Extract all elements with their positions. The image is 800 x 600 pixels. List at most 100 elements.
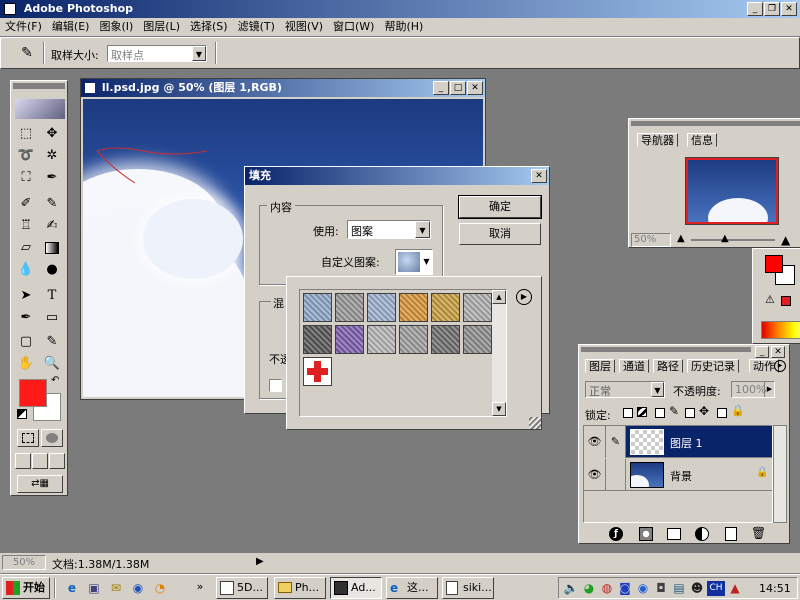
scroll-up-icon[interactable]: ▲ [492,290,506,304]
tab-layers[interactable]: 图层 [585,359,615,373]
menu-help[interactable]: 帮助(H) [379,18,428,36]
tray-app-icon[interactable]: ◍ [599,580,615,596]
chevron-right-icon[interactable]: ▶ [764,382,774,397]
pattern-swatch[interactable] [367,325,396,354]
zoom-out-icon[interactable]: ▲ [677,233,685,244]
swap-colors-icon[interactable]: ↶ [51,375,59,386]
pattern-swatch[interactable] [463,293,492,322]
doc-maximize-button[interactable]: □ [450,81,466,95]
zoom-slider[interactable] [691,239,775,241]
zoom-tool-icon[interactable]: 🔍 [41,353,63,375]
new-layer-icon[interactable] [725,527,737,541]
screen-mode-full-icon[interactable] [49,453,65,469]
menu-layer[interactable]: 图层(L) [138,18,185,36]
magic-wand-icon[interactable]: ✲ [41,145,63,167]
start-button[interactable]: 开始 [2,577,50,599]
screen-mode-full-menu-icon[interactable] [32,453,48,469]
navigator-zoom-field[interactable]: 50% [631,233,671,247]
zoom-in-icon[interactable]: ▲ [781,233,790,247]
layers-minimize-button[interactable]: _ [755,346,769,358]
navigator-thumbnail[interactable] [685,157,779,225]
pattern-swatch[interactable] [367,293,396,322]
tray-alert-icon[interactable]: ▲ [727,580,743,596]
layer-style-icon[interactable]: ƒ [609,527,623,541]
zoom-slider-thumb-icon[interactable]: ▲ [721,233,729,244]
jump-to-imageready-icon[interactable]: ⇄▦ [17,475,63,493]
ie-icon[interactable]: e [64,580,80,596]
custom-pattern-picker[interactable]: ▼ [395,249,433,275]
pattern-swatch[interactable] [335,325,364,354]
restore-button[interactable]: ❐ [764,2,780,16]
lock-transparency-checkbox[interactable] [623,408,633,418]
preserve-transparency-checkbox[interactable] [269,379,282,392]
layers-scrollbar[interactable] [773,425,787,523]
lock-image-checkbox[interactable] [655,408,665,418]
pattern-swatch[interactable] [431,325,460,354]
cancel-button[interactable]: 取消 [459,223,541,245]
pattern-swatch[interactable] [303,325,332,354]
tray-app-icon[interactable]: ◘ [653,580,669,596]
foreground-color[interactable] [19,379,47,407]
minimize-button[interactable]: _ [747,2,763,16]
menu-image[interactable]: 图象(I) [94,18,138,36]
tab-info[interactable]: 信息 [687,133,717,147]
standard-mode-icon[interactable] [17,429,39,447]
tab-channels[interactable]: 通道 [619,359,649,373]
taskbar-item-ph[interactable]: Ph... [274,577,326,599]
chevron-down-icon[interactable]: ▼ [651,382,664,397]
fill-dialog-title-bar[interactable]: 填充 [245,167,549,185]
chevron-down-icon[interactable]: ▼ [192,46,206,61]
layer-link-slot[interactable] [606,459,626,491]
pattern-swatch[interactable] [399,325,428,354]
color-ramp[interactable] [761,321,800,339]
chevron-down-icon[interactable]: ▼ [422,252,431,272]
lock-position-checkbox[interactable] [685,408,695,418]
tray-app-icon[interactable]: ◕ [581,580,597,596]
pattern-scrollbar[interactable]: ▲ ▼ [492,290,506,416]
path-selection-icon[interactable]: ➤ [15,285,37,307]
move-tool-icon[interactable]: ✥ [41,123,63,145]
show-desktop-icon[interactable]: ▣ [86,580,102,596]
type-tool-icon[interactable]: T [41,285,63,307]
pattern-menu-icon[interactable]: ▶ [516,289,532,305]
default-colors-icon[interactable] [17,409,27,419]
blend-mode-select[interactable]: 正常 ▼ [585,381,665,398]
close-button[interactable]: ✕ [781,2,797,16]
add-mask-icon[interactable] [639,527,653,541]
layers-menu-icon[interactable]: ▶ [774,360,786,372]
status-zoom-field[interactable]: 50% [2,555,46,570]
notes-tool-icon[interactable]: ▢ [15,331,37,353]
outlook-icon[interactable]: ✉ [108,580,124,596]
menu-edit[interactable]: 编辑(E) [47,18,95,36]
hand-tool-icon[interactable]: ✋ [15,353,37,375]
slice-tool-icon[interactable]: ✒ [41,167,63,189]
menu-filter[interactable]: 滤镜(T) [233,18,280,36]
chevron-down-icon[interactable]: ▼ [415,221,430,238]
menu-view[interactable]: 视图(V) [280,18,328,36]
eye-icon[interactable]: 👁 [584,426,606,458]
history-brush-icon[interactable]: ✍ [41,215,63,237]
screen-mode-standard-icon[interactable] [15,453,31,469]
lasso-tool-icon[interactable]: ➰ [15,145,37,167]
document-title-bar[interactable]: ll.psd.jpg @ 50% (图层 1,RGB) [81,79,485,97]
menu-window[interactable]: 窗口(W) [328,18,379,36]
pattern-swatch[interactable] [303,293,332,322]
marquee-tool-icon[interactable]: ⬚ [15,123,37,145]
use-select[interactable]: 图案 ▼ [347,220,431,239]
tab-paths[interactable]: 路径 [653,359,683,373]
color-panel-foreground[interactable] [765,255,783,273]
network-icon[interactable]: ▤ [671,580,687,596]
pattern-swatch[interactable] [431,293,460,322]
layers-close-button[interactable]: ✕ [771,346,785,358]
pattern-swatch[interactable] [463,325,492,354]
pattern-swatch[interactable] [399,293,428,322]
healing-brush-icon[interactable]: ✐ [15,193,37,215]
photoshop-logo[interactable] [15,99,65,119]
eye-icon[interactable]: 👁 [584,459,606,491]
opacity-field[interactable]: 100% ▶ [731,381,775,398]
lock-all-checkbox[interactable] [717,408,727,418]
gradient-tool-icon[interactable] [41,237,63,259]
tray-app-icon[interactable]: ◉ [635,580,651,596]
tab-navigator[interactable]: 导航器 [637,133,678,147]
eyedropper-icon[interactable]: ✎ [41,331,63,353]
